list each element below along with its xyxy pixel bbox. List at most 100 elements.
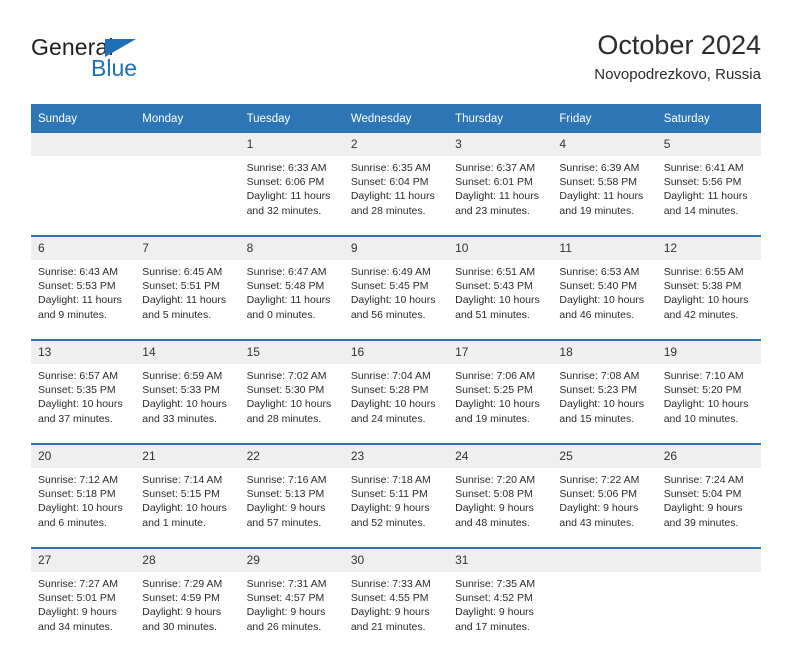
- day-number: 29: [239, 549, 344, 572]
- day-sunrise-line: Sunrise: 6:53 AM: [559, 266, 640, 278]
- calendar-day-cell[interactable]: 15 Sunrise: 7:02 AM Sunset: 5:30 PM Dayligh…: [239, 339, 344, 444]
- day-sunrise-line: Sunrise: 6:55 AM: [663, 266, 744, 278]
- day-daylight2-line: and 5 minutes.: [142, 308, 212, 321]
- day-number: 11: [552, 237, 657, 260]
- day-sun-info: Sunrise: 6:53 AM Sunset: 5:40 PM Daylight:…: [552, 260, 656, 339]
- calendar-day-cell[interactable]: 23 Sunrise: 7:18 AM Sunset: 5:11 PM Dayligh…: [343, 443, 449, 548]
- day-sunset-line: Sunset: 5:30 PM: [246, 384, 325, 397]
- day-sun-info: Sunrise: 6:33 AM Sunset: 6:06 PM Daylight:…: [240, 156, 344, 235]
- day-sunrise-line: Sunrise: 7:16 AM: [246, 474, 327, 486]
- day-sun-info: Sunrise: 7:04 AM Sunset: 5:28 PM Daylight:…: [344, 364, 448, 443]
- day-daylight2-line: and 0 minutes.: [246, 308, 316, 321]
- calendar-day-cell[interactable]: 13 Sunrise: 6:57 AM Sunset: 5:35 PM Dayligh…: [31, 339, 136, 444]
- day-daylight-line: Daylight: 11 hours: [142, 294, 227, 307]
- calendar-day-cell[interactable]: 3 Sunrise: 6:37 AM Sunset: 6:01 PM Daylight…: [448, 133, 553, 236]
- day-daylight-line: Daylight: 10 hours: [663, 294, 749, 307]
- day-sun-info: Sunrise: 7:20 AM Sunset: 5:08 PM Daylight:…: [448, 468, 552, 547]
- calendar-day-cell[interactable]: 8 Sunrise: 6:47 AM Sunset: 5:48 PM Daylight…: [239, 235, 344, 340]
- day-number: 15: [239, 341, 344, 364]
- day-number: 10: [448, 237, 553, 260]
- day-sunset-line: Sunset: 5:20 PM: [663, 384, 742, 397]
- day-sunset-line: Sunset: 5:13 PM: [246, 488, 325, 501]
- day-daylight2-line: and 34 minutes.: [38, 620, 113, 633]
- day-number: [135, 133, 240, 156]
- day-daylight2-line: and 24 minutes.: [350, 412, 426, 425]
- calendar-day-cell[interactable]: 31 Sunrise: 7:35 AM Sunset: 4:52 PM Dayligh…: [448, 547, 553, 651]
- day-daylight-line: Daylight: 9 hours: [455, 606, 534, 619]
- day-daylight-line: Daylight: 9 hours: [246, 606, 326, 619]
- calendar-day-cell[interactable]: 2 Sunrise: 6:35 AM Sunset: 6:04 PM Daylight…: [343, 133, 449, 236]
- day-daylight-line: Daylight: 10 hours: [38, 398, 123, 411]
- calendar-day-cell[interactable]: 9 Sunrise: 6:49 AM Sunset: 5:45 PM Daylight…: [343, 235, 449, 340]
- day-daylight-line: Daylight: 9 hours: [350, 606, 430, 619]
- calendar-day-cell[interactable]: 7 Sunrise: 6:45 AM Sunset: 5:51 PM Daylight…: [135, 235, 240, 340]
- calendar-day-cell[interactable]: 24 Sunrise: 7:20 AM Sunset: 5:08 PM Dayligh…: [448, 443, 553, 548]
- day-number: 8: [239, 237, 344, 260]
- day-number: 28: [135, 549, 240, 572]
- calendar-day-cell[interactable]: 17 Sunrise: 7:06 AM Sunset: 5:25 PM Dayligh…: [448, 339, 553, 444]
- day-sunset-line: Sunset: 5:28 PM: [350, 384, 429, 397]
- calendar-day-cell[interactable]: 10 Sunrise: 6:51 AM Sunset: 5:43 PM Dayligh…: [448, 235, 553, 340]
- day-sunrise-line: Sunrise: 7:31 AM: [246, 578, 327, 590]
- day-daylight2-line: and 19 minutes.: [559, 204, 635, 217]
- day-daylight-line: Daylight: 10 hours: [350, 294, 436, 307]
- day-number: 13: [31, 341, 136, 364]
- calendar-day-cell[interactable]: 28 Sunrise: 7:29 AM Sunset: 4:59 PM Dayligh…: [135, 547, 240, 651]
- day-daylight2-line: and 57 minutes.: [246, 516, 322, 529]
- day-number: 17: [448, 341, 553, 364]
- general-blue-logo: General Blue: [31, 34, 251, 92]
- calendar-week-row: 1 Sunrise: 6:33 AM Sunset: 6:06 PM Daylight…: [31, 133, 761, 236]
- calendar-day-cell[interactable]: 22 Sunrise: 7:16 AM Sunset: 5:13 PM Dayligh…: [239, 443, 344, 548]
- day-daylight2-line: and 51 minutes.: [455, 308, 530, 321]
- day-daylight2-line: and 23 minutes.: [455, 204, 530, 217]
- calendar-day-cell[interactable]: 21 Sunrise: 7:14 AM Sunset: 5:15 PM Dayligh…: [135, 443, 240, 548]
- day-number: 30: [343, 549, 449, 572]
- calendar-page: General Blue October 2024 Novopodrezkovo…: [0, 0, 792, 651]
- title-block: October 2024 Novopodrezkovo, Russia: [594, 28, 761, 86]
- day-daylight-line: Daylight: 10 hours: [350, 398, 436, 411]
- day-sun-info: Sunrise: 7:24 AM Sunset: 5:04 PM Daylight:…: [657, 468, 761, 547]
- calendar-day-cell[interactable]: 14 Sunrise: 6:59 AM Sunset: 5:33 PM Dayligh…: [135, 339, 240, 444]
- day-number: 2: [343, 133, 449, 156]
- day-number: 23: [343, 445, 449, 468]
- day-sunset-line: Sunset: 6:01 PM: [455, 176, 533, 189]
- day-daylight2-line: and 48 minutes.: [455, 516, 530, 529]
- day-daylight2-line: and 1 minute.: [142, 516, 206, 529]
- day-sunrise-line: Sunrise: 6:39 AM: [559, 162, 640, 174]
- day-daylight-line: Daylight: 10 hours: [559, 294, 645, 307]
- calendar-day-cell[interactable]: 6 Sunrise: 6:43 AM Sunset: 5:53 PM Daylight…: [31, 235, 136, 340]
- day-daylight-line: Daylight: 9 hours: [455, 502, 534, 515]
- day-number: 20: [31, 445, 136, 468]
- day-daylight2-line: and 33 minutes.: [142, 412, 217, 425]
- calendar-day-cell[interactable]: 12 Sunrise: 6:55 AM Sunset: 5:38 PM Dayligh…: [656, 235, 761, 340]
- day-daylight-line: Daylight: 10 hours: [663, 398, 749, 411]
- calendar-day-cell[interactable]: 30 Sunrise: 7:33 AM Sunset: 4:55 PM Dayligh…: [343, 547, 449, 651]
- calendar-day-cell[interactable]: 18 Sunrise: 7:08 AM Sunset: 5:23 PM Dayligh…: [552, 339, 657, 444]
- calendar-day-cell[interactable]: 1 Sunrise: 6:33 AM Sunset: 6:06 PM Daylight…: [239, 133, 344, 236]
- day-number: 31: [448, 549, 553, 572]
- day-sun-info: Sunrise: 7:08 AM Sunset: 5:23 PM Daylight:…: [552, 364, 656, 443]
- day-sun-info: Sunrise: 7:06 AM Sunset: 5:25 PM Daylight:…: [448, 364, 552, 443]
- day-sun-info: [135, 156, 239, 235]
- day-daylight-line: Daylight: 11 hours: [350, 190, 435, 203]
- day-number: [552, 549, 657, 572]
- calendar-day-cell[interactable]: 19 Sunrise: 7:10 AM Sunset: 5:20 PM Dayligh…: [656, 339, 761, 444]
- calendar-day-cell[interactable]: 29 Sunrise: 7:31 AM Sunset: 4:57 PM Dayligh…: [239, 547, 344, 651]
- day-sunrise-line: Sunrise: 6:37 AM: [455, 162, 536, 174]
- calendar-day-cell[interactable]: 5 Sunrise: 6:41 AM Sunset: 5:56 PM Daylight…: [656, 133, 761, 236]
- calendar-day-cell[interactable]: 11 Sunrise: 6:53 AM Sunset: 5:40 PM Dayligh…: [552, 235, 657, 340]
- day-daylight2-line: and 21 minutes.: [350, 620, 426, 633]
- calendar-day-cell[interactable]: 27 Sunrise: 7:27 AM Sunset: 5:01 PM Dayligh…: [31, 547, 136, 651]
- calendar-day-cell[interactable]: 4 Sunrise: 6:39 AM Sunset: 5:58 PM Daylight…: [552, 133, 657, 236]
- day-sunrise-line: Sunrise: 6:47 AM: [246, 266, 327, 278]
- day-sunset-line: Sunset: 5:58 PM: [559, 176, 638, 189]
- day-sunset-line: Sunset: 5:45 PM: [350, 280, 429, 293]
- calendar-day-cell[interactable]: 16 Sunrise: 7:04 AM Sunset: 5:28 PM Dayligh…: [343, 339, 449, 444]
- calendar-day-cell[interactable]: 25 Sunrise: 7:22 AM Sunset: 5:06 PM Dayligh…: [552, 443, 657, 548]
- day-sunset-line: Sunset: 5:06 PM: [559, 488, 638, 501]
- day-daylight-line: Daylight: 10 hours: [559, 398, 645, 411]
- sunrise-sunset-calendar: Sunday Monday Tuesday Wednesday Thursday…: [31, 104, 761, 651]
- calendar-day-cell[interactable]: 26 Sunrise: 7:24 AM Sunset: 5:04 PM Dayligh…: [656, 443, 761, 548]
- day-daylight2-line: and 52 minutes.: [350, 516, 426, 529]
- calendar-day-cell[interactable]: 20 Sunrise: 7:12 AM Sunset: 5:18 PM Dayligh…: [31, 443, 136, 548]
